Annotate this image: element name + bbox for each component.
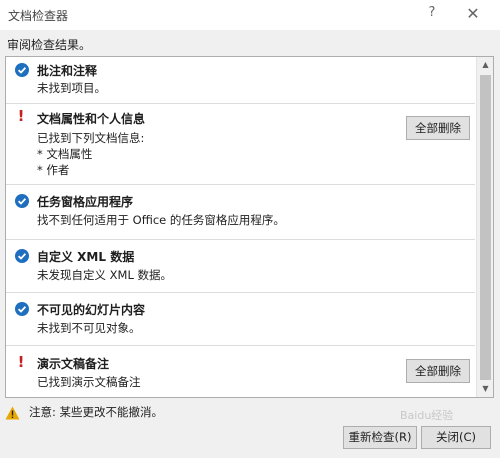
scroll-down-arrow-icon[interactable]: ▼ — [477, 381, 493, 397]
reinspect-button[interactable]: 重新检查(R) — [343, 426, 417, 449]
result-title: 任务窗格应用程序 — [37, 195, 134, 209]
scroll-thumb[interactable] — [480, 75, 491, 380]
vertical-scrollbar[interactable]: ▲ ▼ — [476, 57, 493, 397]
scroll-up-arrow-icon[interactable]: ▲ — [477, 57, 493, 73]
result-item-custom-xml: 自定义 XML 数据 未发现自定义 XML 数据。 — [6, 240, 475, 293]
results-list: 批注和注释 未找到项目。 ! 文档属性和个人信息 已找到下列文档信息: * 文档… — [6, 57, 475, 397]
close-window-button[interactable]: ✕ — [462, 4, 484, 24]
check-icon — [15, 249, 29, 263]
result-detail: 已找到演示文稿备注 — [37, 375, 141, 389]
review-results-label: 审阅检查结果。 — [7, 38, 92, 52]
result-detail: 未找到项目。 — [37, 81, 106, 95]
result-detail: * 文档属性 — [37, 147, 93, 161]
check-icon — [15, 194, 29, 208]
result-title: 自定义 XML 数据 — [37, 250, 135, 264]
check-icon — [15, 63, 29, 77]
result-title: 演示文稿备注 — [37, 357, 110, 371]
result-detail: 未发现自定义 XML 数据。 — [37, 268, 173, 282]
warning-icon: ! — [17, 107, 25, 125]
window-title: 文档检查器 — [8, 9, 69, 23]
help-button[interactable]: ? — [424, 5, 440, 23]
result-title: 批注和注释 — [37, 64, 98, 78]
title-bar: 文档检查器 ? ✕ — [0, 0, 500, 30]
result-detail: 已找到下列文档信息: — [37, 131, 145, 145]
watermark: Baidu经验 — [400, 409, 454, 422]
remove-all-button[interactable]: 全部删除 — [406, 116, 470, 140]
result-item-comments: 批注和注释 未找到项目。 — [6, 57, 475, 104]
result-item-task-pane-apps: 任务窗格应用程序 找不到任何适用于 Office 的任务窗格应用程序。 — [6, 185, 475, 240]
check-icon — [15, 302, 29, 316]
result-title: 不可见的幻灯片内容 — [37, 303, 146, 317]
results-panel: 批注和注释 未找到项目。 ! 文档属性和个人信息 已找到下列文档信息: * 文档… — [5, 56, 494, 398]
result-detail: 未找到不可见对象。 — [37, 321, 141, 335]
remove-all-button[interactable]: 全部删除 — [406, 359, 470, 383]
footer-warning-text: 注意: 某些更改不能撤消。 — [29, 405, 164, 419]
close-button[interactable]: 关闭(C) — [421, 426, 491, 449]
result-detail: * 作者 — [37, 163, 70, 177]
result-title: 文档属性和个人信息 — [37, 112, 146, 126]
caution-triangle-icon — [5, 405, 20, 424]
result-item-invisible-content: 不可见的幻灯片内容 未找到不可见对象。 — [6, 293, 475, 346]
result-item-document-properties: ! 文档属性和个人信息 已找到下列文档信息: * 文档属性 * 作者 全部删除 — [6, 104, 475, 185]
warning-icon: ! — [17, 353, 25, 371]
result-detail: 找不到任何适用于 Office 的任务窗格应用程序。 — [37, 213, 285, 227]
result-item-presentation-notes: ! 演示文稿备注 已找到演示文稿备注 全部删除 — [6, 346, 475, 397]
